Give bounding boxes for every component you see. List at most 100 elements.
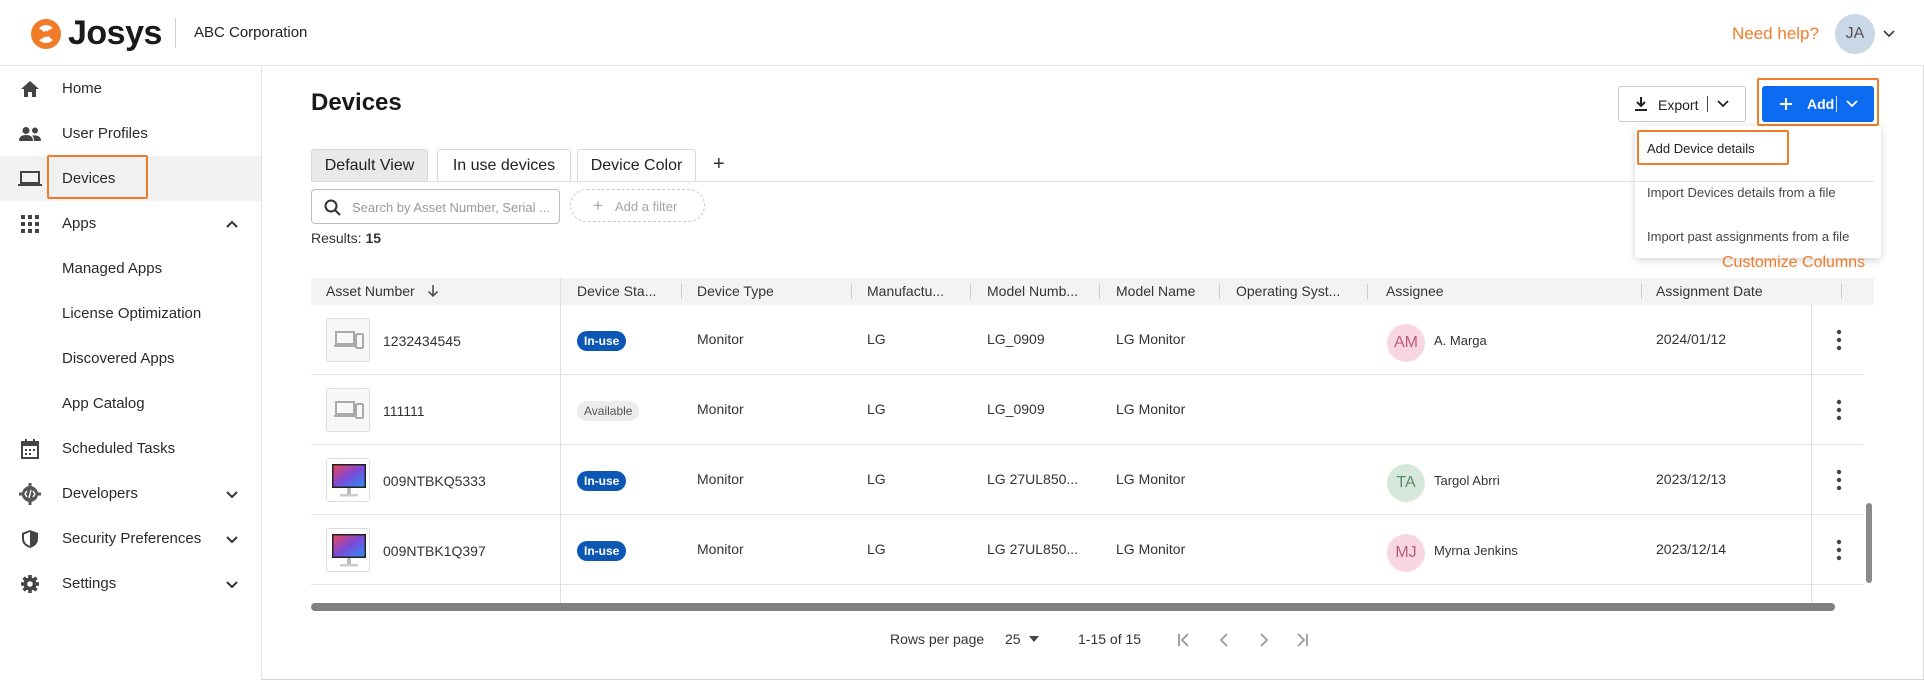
- cell-asset-number[interactable]: 1232434545: [383, 333, 461, 349]
- chevron-down-icon[interactable]: [1882, 26, 1896, 40]
- column-header-device-type[interactable]: Device Type: [697, 283, 774, 299]
- shield-icon: [18, 527, 42, 551]
- rows-per-page-value: 25: [1005, 631, 1021, 647]
- column-divider[interactable]: [1219, 284, 1220, 299]
- add-filter-button[interactable]: + Add a filter: [570, 189, 705, 222]
- need-help-link[interactable]: Need help?: [1732, 24, 1819, 44]
- previous-page-icon[interactable]: [1215, 631, 1233, 649]
- tab-in-use-devices[interactable]: In use devices: [437, 149, 571, 181]
- more-options-icon[interactable]: [1836, 399, 1842, 421]
- table-row[interactable]: 1232434545 In-use Monitor LG LG_0909 LG …: [311, 305, 1863, 375]
- column-divider[interactable]: [1367, 284, 1368, 299]
- add-filter-label: Add a filter: [615, 199, 678, 214]
- add-tab-button[interactable]: +: [713, 153, 725, 176]
- column-header-model-number[interactable]: Model Numb...: [987, 283, 1078, 299]
- last-page-icon[interactable]: [1293, 631, 1311, 649]
- sidebar-item-settings[interactable]: Settings: [0, 561, 261, 606]
- chevron-down-icon[interactable]: [224, 486, 240, 502]
- status-badge: In-use: [577, 471, 627, 491]
- cell-asset-number[interactable]: 111111: [383, 403, 425, 419]
- column-header-device-status[interactable]: Device Sta...: [577, 283, 656, 299]
- cell-manufacturer: LG: [867, 401, 886, 417]
- sidebar-item-label: Apps: [62, 215, 97, 232]
- chevron-up-icon[interactable]: [224, 216, 240, 232]
- sidebar-item-apps[interactable]: Apps: [0, 201, 261, 246]
- cell-model-number: LG 27UL850...: [987, 541, 1079, 557]
- add-dropdown-menu: Add Device details Import Devices detail…: [1635, 126, 1881, 258]
- status-badge: In-use: [577, 541, 627, 561]
- more-options-icon[interactable]: [1836, 539, 1842, 561]
- button-divider: [1836, 96, 1837, 112]
- sidebar-item-label: Scheduled Tasks: [62, 440, 176, 457]
- first-page-icon[interactable]: [1175, 631, 1193, 649]
- rows-per-page-label: Rows per page: [890, 631, 985, 647]
- sidebar-item-label: User Profiles: [62, 125, 148, 142]
- column-header-manufacturer[interactable]: Manufactu...: [867, 283, 944, 299]
- sidebar-item-managed-apps[interactable]: Managed Apps: [0, 246, 261, 291]
- sort-arrow-down-icon[interactable]: [427, 284, 439, 298]
- brand-logo[interactable]: Josys: [30, 14, 162, 53]
- sidebar-item-developers[interactable]: Developers: [0, 471, 261, 516]
- column-divider[interactable]: [1841, 284, 1842, 299]
- column-header-assignee[interactable]: Assignee: [1386, 283, 1444, 299]
- avatar: TA: [1387, 464, 1425, 502]
- avatar-initials: MJ: [1395, 544, 1417, 561]
- chevron-down-icon: [1717, 100, 1729, 108]
- add-button[interactable]: Add: [1762, 86, 1874, 122]
- cell-device-type: Monitor: [697, 401, 744, 417]
- table-row[interactable]: 009NTBKQ5333 In-use Monitor LG LG 27UL85…: [311, 445, 1863, 515]
- column-divider[interactable]: [851, 284, 852, 299]
- device-placeholder-thumbnail: [326, 388, 370, 432]
- cell-model-number: LG_0909: [987, 331, 1045, 347]
- cell-device-type: Monitor: [697, 541, 744, 557]
- column-header-operating-system[interactable]: Operating Syst...: [1236, 283, 1340, 299]
- sidebar-item-label: Home: [62, 80, 103, 97]
- chevron-down-icon[interactable]: [224, 531, 240, 547]
- sidebar-item-security-preferences[interactable]: Security Preferences: [0, 516, 261, 561]
- column-divider[interactable]: [970, 284, 971, 299]
- more-options-icon[interactable]: [1836, 329, 1842, 351]
- next-page-icon[interactable]: [1255, 631, 1273, 649]
- sidebar-item-home[interactable]: Home: [0, 66, 261, 111]
- column-header-model-name[interactable]: Model Name: [1116, 283, 1195, 299]
- tab-device-color[interactable]: Device Color: [577, 149, 696, 181]
- search-input[interactable]: Search by Asset Number, Serial ...: [311, 189, 560, 224]
- horizontal-scrollbar[interactable]: [311, 603, 1835, 611]
- caret-down-icon[interactable]: [1028, 635, 1040, 643]
- cell-device-type: Monitor: [697, 471, 744, 487]
- column-divider[interactable]: [1641, 284, 1642, 299]
- sidebar-item-scheduled-tasks[interactable]: Scheduled Tasks: [0, 426, 261, 471]
- rows-per-page-select[interactable]: 25: [1005, 631, 1021, 647]
- devices-placeholder-icon: [334, 401, 364, 419]
- column-divider[interactable]: [1099, 284, 1100, 299]
- user-avatar[interactable]: JA: [1835, 14, 1875, 54]
- menu-item-add-device-details[interactable]: Add Device details: [1647, 141, 1755, 156]
- more-options-icon[interactable]: [1836, 469, 1842, 491]
- devices-placeholder-icon: [334, 331, 364, 349]
- devices-highlight-box: [47, 155, 148, 199]
- column-header-assignment-date[interactable]: Assignment Date: [1656, 283, 1763, 299]
- button-divider: [1707, 96, 1708, 112]
- customize-columns-link[interactable]: Customize Columns: [1722, 254, 1865, 272]
- column-header-asset-number[interactable]: Asset Number: [326, 283, 415, 299]
- vertical-scrollbar[interactable]: [1866, 503, 1872, 583]
- column-divider[interactable]: [681, 284, 682, 299]
- cell-asset-number[interactable]: 009NTBK1Q397: [383, 543, 486, 559]
- sidebar-item-license-optimization[interactable]: License Optimization: [0, 291, 261, 336]
- cell-assignee[interactable]: Myrna Jenkins: [1434, 543, 1518, 558]
- table-row[interactable]: 111111 Available Monitor LG LG_0909 LG M…: [311, 375, 1863, 445]
- cell-assignee[interactable]: A. Marga: [1434, 333, 1487, 348]
- tab-default-view[interactable]: Default View: [311, 149, 428, 181]
- menu-item-import-past-assignments[interactable]: Import past assignments from a file: [1647, 229, 1849, 244]
- sidebar-item-user-profiles[interactable]: User Profiles: [0, 111, 261, 156]
- cell-assignee[interactable]: Targol Abrri: [1434, 473, 1500, 488]
- sidebar-item-app-catalog[interactable]: App Catalog: [0, 381, 261, 426]
- table-row[interactable]: 009NTBK1Q397 In-use Monitor LG LG 27UL85…: [311, 515, 1863, 585]
- cell-asset-number[interactable]: 009NTBKQ5333: [383, 473, 486, 489]
- sidebar-item-label: Developers: [62, 485, 138, 502]
- sidebar-item-discovered-apps[interactable]: Discovered Apps: [0, 336, 261, 381]
- cell-model-name: LG Monitor: [1116, 541, 1186, 557]
- export-button[interactable]: Export: [1618, 86, 1746, 122]
- chevron-down-icon[interactable]: [224, 576, 240, 592]
- menu-item-import-devices[interactable]: Import Devices details from a file: [1647, 185, 1836, 200]
